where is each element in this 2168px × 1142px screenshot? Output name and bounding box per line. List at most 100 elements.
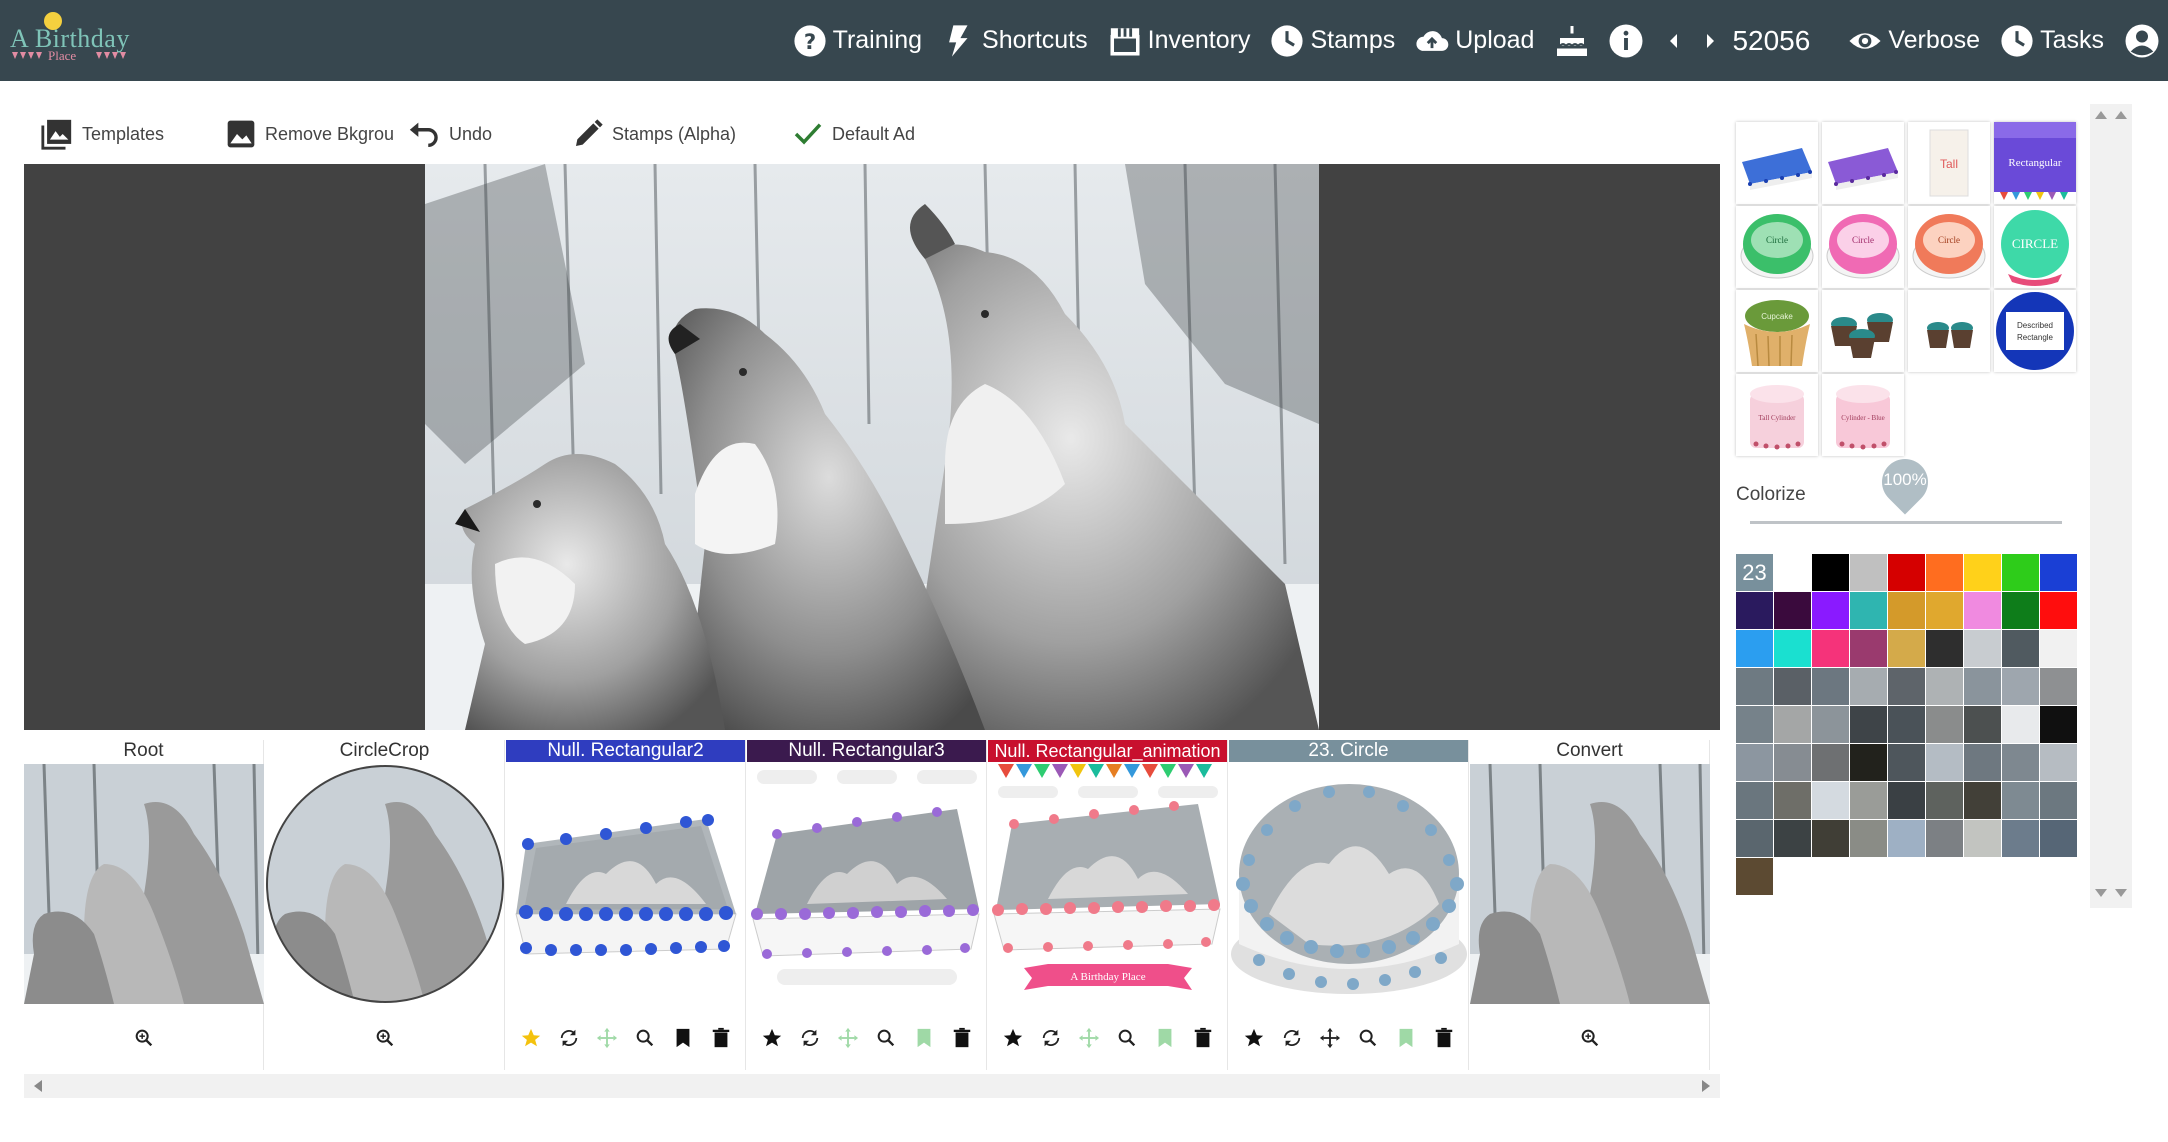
variant-thumbnail[interactable]: [265, 764, 505, 1004]
color-swatch[interactable]: [1926, 630, 1963, 667]
color-swatch[interactable]: [1926, 706, 1963, 743]
color-swatch[interactable]: [1926, 744, 1963, 781]
color-swatch[interactable]: [1774, 668, 1811, 705]
color-swatch[interactable]: [1774, 554, 1811, 591]
horizontal-scrollbar[interactable]: [24, 1074, 1720, 1098]
refresh-icon[interactable]: [558, 1027, 580, 1049]
color-swatch[interactable]: [2040, 744, 2077, 781]
template-circle-teal[interactable]: CIRCLE: [1994, 206, 2076, 288]
color-swatch[interactable]: [1774, 744, 1811, 781]
move-icon[interactable]: [1319, 1027, 1341, 1049]
scroll-up-icon[interactable]: [2114, 110, 2128, 120]
variant-card-circlecrop[interactable]: CircleCrop: [265, 740, 505, 1070]
template-circle-pink[interactable]: Circle: [1822, 206, 1904, 288]
color-swatch[interactable]: [1736, 782, 1773, 819]
color-swatch[interactable]: [1812, 744, 1849, 781]
color-swatch[interactable]: [1736, 858, 1773, 895]
variant-thumbnail[interactable]: [506, 764, 746, 1004]
scroll-right-icon[interactable]: [1700, 1079, 1712, 1093]
vertical-scrollbar[interactable]: [2090, 104, 2132, 908]
color-swatch[interactable]: [1926, 554, 1963, 591]
color-swatch[interactable]: [1888, 782, 1925, 819]
templates-button[interactable]: Templates: [40, 117, 225, 151]
color-swatch[interactable]: [2002, 554, 2039, 591]
zoom-icon[interactable]: [1116, 1027, 1138, 1049]
trash-icon[interactable]: [710, 1027, 732, 1049]
stamps-alpha-button[interactable]: Stamps (Alpha): [572, 118, 772, 150]
color-swatch[interactable]: [1964, 592, 2001, 629]
refresh-icon[interactable]: [799, 1027, 821, 1049]
wolves-photo[interactable]: [425, 164, 1319, 730]
remove-background-button[interactable]: Remove Bkgrou: [225, 118, 395, 150]
nav-training[interactable]: ? Training: [793, 24, 922, 58]
zoom-icon[interactable]: [875, 1027, 897, 1049]
variant-card-convert[interactable]: Convert: [1470, 740, 1710, 1070]
variant-card-root[interactable]: Root: [24, 740, 264, 1070]
template-tall[interactable]: Tall: [1908, 122, 1990, 204]
zoom-icon[interactable]: [634, 1027, 656, 1049]
star-icon[interactable]: [520, 1027, 542, 1049]
color-swatch[interactable]: [1850, 668, 1887, 705]
color-swatch[interactable]: [1926, 820, 1963, 857]
color-swatch[interactable]: [1736, 820, 1773, 857]
color-swatch[interactable]: [1812, 820, 1849, 857]
color-swatch[interactable]: [1850, 592, 1887, 629]
default-ad-button[interactable]: Default Ad: [792, 118, 932, 150]
refresh-icon[interactable]: [1040, 1027, 1062, 1049]
zoom-icon[interactable]: [374, 1027, 396, 1049]
color-swatch[interactable]: [1888, 820, 1925, 857]
color-swatch[interactable]: [1888, 744, 1925, 781]
color-swatch[interactable]: [2002, 630, 2039, 667]
color-swatch[interactable]: [1736, 744, 1773, 781]
nav-info-button[interactable]: [1608, 23, 1644, 59]
variant-thumbnail[interactable]: A Birthday Place: [988, 764, 1228, 1004]
color-swatch[interactable]: [1812, 782, 1849, 819]
variant-thumbnail[interactable]: [24, 764, 264, 1004]
brand-logo[interactable]: A Birthday Place: [10, 12, 140, 64]
nav-tasks[interactable]: Tasks: [2000, 24, 2104, 58]
color-swatch[interactable]: [2040, 554, 2077, 591]
color-swatch[interactable]: [1850, 744, 1887, 781]
color-swatch[interactable]: [1888, 706, 1925, 743]
move-icon[interactable]: [1078, 1027, 1100, 1049]
trash-icon[interactable]: [1192, 1027, 1214, 1049]
nav-shortcuts[interactable]: Shortcuts: [942, 24, 1088, 58]
nav-cake-button[interactable]: [1554, 23, 1590, 59]
star-icon[interactable]: [1243, 1027, 1265, 1049]
color-swatch[interactable]: [2040, 782, 2077, 819]
color-swatch[interactable]: [1812, 554, 1849, 591]
nav-next-button[interactable]: [1698, 29, 1722, 53]
color-swatch[interactable]: [2040, 668, 2077, 705]
color-swatch[interactable]: [2040, 630, 2077, 667]
account-button[interactable]: [2124, 23, 2160, 59]
color-swatch[interactable]: [1964, 782, 2001, 819]
template-tall-cylinder-2[interactable]: Cylinder - Blue: [1822, 374, 1904, 456]
color-swatch[interactable]: [1964, 744, 2001, 781]
color-swatch[interactable]: [1888, 554, 1925, 591]
color-swatch[interactable]: [1774, 706, 1811, 743]
color-swatch[interactable]: [1812, 668, 1849, 705]
zoom-icon[interactable]: [133, 1027, 155, 1049]
color-swatch[interactable]: [1964, 706, 2001, 743]
color-swatch[interactable]: [2002, 592, 2039, 629]
scroll-down-icon[interactable]: [2094, 888, 2108, 898]
bookmark-icon[interactable]: [672, 1027, 694, 1049]
move-icon[interactable]: [837, 1027, 859, 1049]
color-swatch[interactable]: [1774, 630, 1811, 667]
scroll-up-icon[interactable]: [2094, 110, 2108, 120]
color-swatch[interactable]: [2002, 744, 2039, 781]
variant-card-circle[interactable]: 23. Circle: [1229, 740, 1469, 1070]
variant-card-rectangular-animation[interactable]: Null. Rectangular_animation A Birthday P…: [988, 740, 1228, 1070]
color-swatch[interactable]: [1850, 706, 1887, 743]
color-swatch[interactable]: [2040, 820, 2077, 857]
color-swatch[interactable]: [1850, 630, 1887, 667]
color-swatch[interactable]: [1888, 668, 1925, 705]
template-described-rectangle[interactable]: Described Rectangle: [1994, 290, 2076, 372]
color-swatch[interactable]: [1964, 630, 2001, 667]
color-swatch[interactable]: [2040, 592, 2077, 629]
color-swatch[interactable]: [1812, 630, 1849, 667]
color-swatch[interactable]: [2002, 706, 2039, 743]
variant-card-rectangular2[interactable]: Null. Rectangular2: [506, 740, 746, 1070]
color-swatch[interactable]: [1926, 668, 1963, 705]
variant-thumbnail[interactable]: [1470, 764, 1710, 1004]
